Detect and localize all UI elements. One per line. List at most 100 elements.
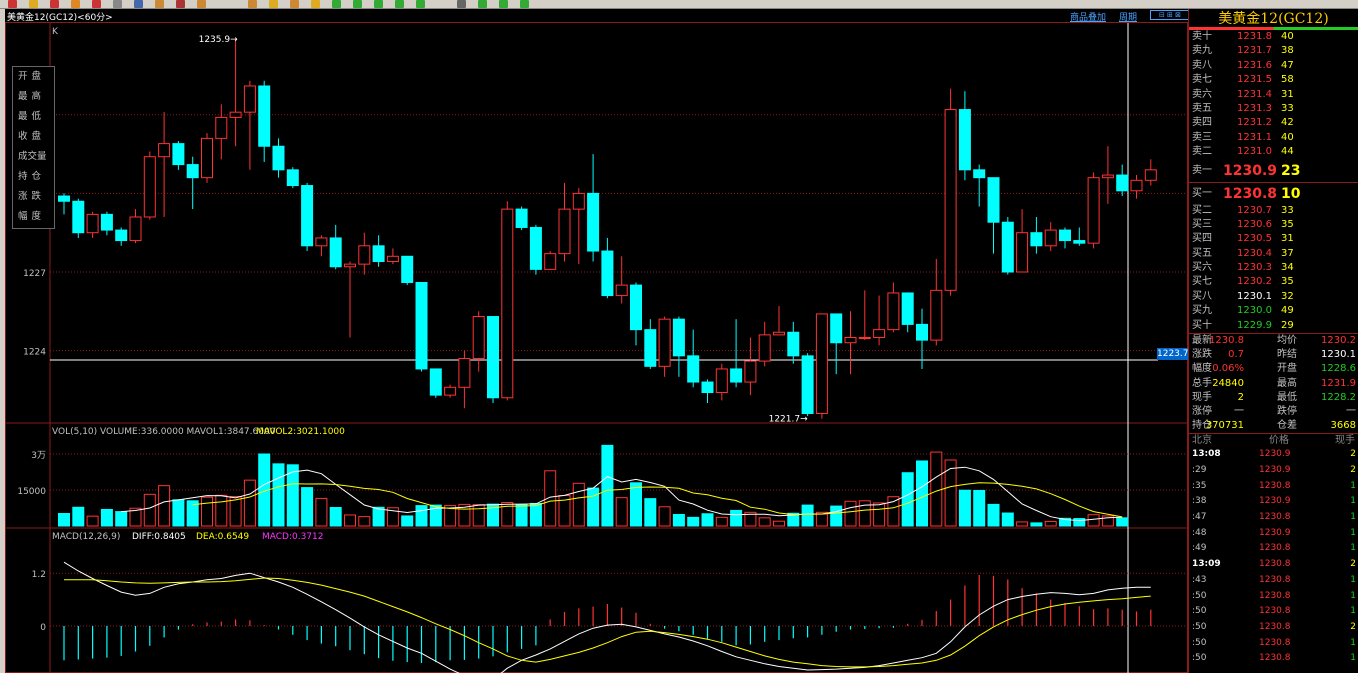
candle-body (687, 355, 700, 383)
toolbar-button-icon[interactable] (71, 0, 80, 8)
volume-bar (1030, 522, 1043, 527)
volume-bar (415, 505, 428, 527)
toolbar-button-icon[interactable] (50, 0, 59, 8)
candle-body (172, 143, 185, 166)
toolbar-button-icon[interactable] (155, 0, 164, 8)
kline-chart[interactable]: K 1227 1224 1235.9→ 1221.7→ VOL(5,10) VOLUME:… (6, 23, 1189, 673)
toolbar-button-icon[interactable] (113, 0, 122, 8)
volume-bar (1087, 514, 1100, 527)
volume-bar (315, 497, 328, 527)
info-close: 收盘 (18, 131, 46, 142)
tick-row: :50 1230.8 1 (1189, 604, 1358, 620)
tick-vol: 1 (1350, 606, 1356, 617)
candle-body (415, 281, 428, 370)
volume-bar (201, 496, 213, 527)
volume-bar (944, 459, 957, 527)
period-link[interactable]: 周期 (1119, 10, 1137, 23)
toolbar-button-icon[interactable] (8, 0, 17, 8)
chart-area[interactable]: K 1227 1224 1235.9→ 1221.7→ VOL(5,10) VOLUME:… (5, 23, 1189, 673)
tick-price: 1230.9 (1259, 449, 1291, 460)
toolbar-button-icon[interactable] (395, 0, 404, 8)
candle-body (286, 169, 299, 187)
volume-bar (1016, 521, 1029, 527)
toolbar-button-icon[interactable] (311, 0, 320, 8)
candle-body (1116, 174, 1129, 192)
stats-row: 现手 2 最低 1228.2 (1189, 391, 1358, 405)
chart-title-bar: 美黄金12(GC12)<60分> 商品叠加 周期 ⊟ ⊞ ⊠ (5, 9, 1190, 23)
toolbar-button-icon[interactable] (134, 0, 143, 8)
toolbar-button-icon[interactable] (248, 0, 257, 8)
volume-bar (215, 494, 228, 527)
tick-price: 1230.8 (1259, 590, 1291, 601)
stat-label: 涨跌 (1192, 349, 1212, 361)
candle-body (501, 208, 514, 399)
candle-body (458, 357, 471, 388)
candle-body (1030, 232, 1043, 247)
stat-label: 仓差 (1277, 420, 1297, 432)
stat-label: 开盘 (1277, 363, 1297, 375)
zoom-controls[interactable]: ⊟ ⊞ ⊠ (1150, 10, 1190, 20)
ask1-row: 卖一 1230.9 23 (1189, 160, 1358, 182)
stat-label: 幅度 (1192, 363, 1212, 375)
info-open: 开盘 (18, 71, 46, 82)
toolbar-button-icon[interactable] (353, 0, 362, 8)
candle-body (115, 229, 128, 242)
volume-bar (572, 482, 585, 527)
toolbar-button-icon[interactable] (269, 0, 278, 8)
tick-vol: 1 (1350, 480, 1356, 491)
bid1-price: 1230.8 (1223, 185, 1278, 202)
toolbar-button-icon[interactable] (478, 0, 487, 8)
quote-panel: 美黄金12(GC12) 卖十 1231.8 40 卖九 1231.7 38 卖八 1231.6… (1188, 9, 1358, 673)
cursor-price-tag: 1223.7 (1157, 348, 1189, 360)
toolbar-button-icon[interactable] (290, 0, 299, 8)
candle-body (329, 237, 342, 268)
bid-row: 买七 1230.2 35 (1192, 276, 1294, 288)
toolbar-button-icon[interactable] (374, 0, 383, 8)
candle-body (630, 284, 642, 331)
stats-row: 总手 24840 最高 1231.9 (1189, 377, 1358, 391)
toolbar-button-icon[interactable] (457, 0, 466, 8)
candle-body (815, 313, 828, 414)
toolbar-button-icon[interactable] (499, 0, 508, 8)
chart-title: 美黄金12(GC12)<60分> (7, 13, 113, 23)
toolbar-button-icon[interactable] (176, 0, 185, 8)
volume-bar (830, 505, 843, 527)
toolbar-button-icon[interactable] (197, 0, 206, 8)
candle-body (515, 208, 528, 228)
info-volume: 成交量 (18, 151, 47, 162)
candle-body (973, 169, 986, 179)
volume-bar (901, 472, 914, 527)
volume-bar (344, 514, 356, 527)
stat-value: 24840 (1212, 377, 1244, 389)
overlay-link[interactable]: 商品叠加 (1070, 10, 1106, 23)
tick-time: :50 (1192, 606, 1207, 617)
bid-row: 买二 1230.7 33 (1192, 204, 1294, 216)
volume-bar (658, 506, 671, 527)
ask-row: 卖三 1231.1 40 (1192, 131, 1294, 143)
toolbar-button-icon[interactable] (92, 0, 101, 8)
volume-bar (873, 502, 886, 527)
tick-vol: 1 (1350, 496, 1356, 507)
volume-bar (158, 485, 171, 527)
candle-body (158, 143, 171, 158)
tick-row: :49 1230.8 1 (1189, 541, 1358, 557)
stat-label: 涨停 (1192, 405, 1212, 417)
ask-row: 卖二 1231.0 44 (1192, 146, 1294, 158)
tick-row: :47 1230.8 1 (1189, 510, 1358, 526)
stat-value: 1228.6 (1321, 363, 1356, 375)
toolbar-button-icon[interactable] (332, 0, 341, 8)
candle-body (472, 316, 485, 359)
candle-body (1073, 240, 1086, 244)
candle-body (658, 318, 671, 367)
toolbar-button-icon[interactable] (520, 0, 529, 8)
toolbar-button-icon[interactable] (416, 0, 425, 8)
tick-time: 13:08 (1192, 449, 1221, 460)
toolbar-button-icon[interactable] (29, 0, 38, 8)
tick-time: :38 (1192, 496, 1207, 507)
bid-row: 买八 1230.1 32 (1192, 290, 1294, 302)
volume-bar (172, 499, 185, 527)
candle-body (429, 368, 442, 396)
volume-bar (672, 513, 685, 527)
stats-row: 持仓 370731 仓差 3668 (1189, 419, 1358, 433)
candle-body (344, 263, 356, 268)
